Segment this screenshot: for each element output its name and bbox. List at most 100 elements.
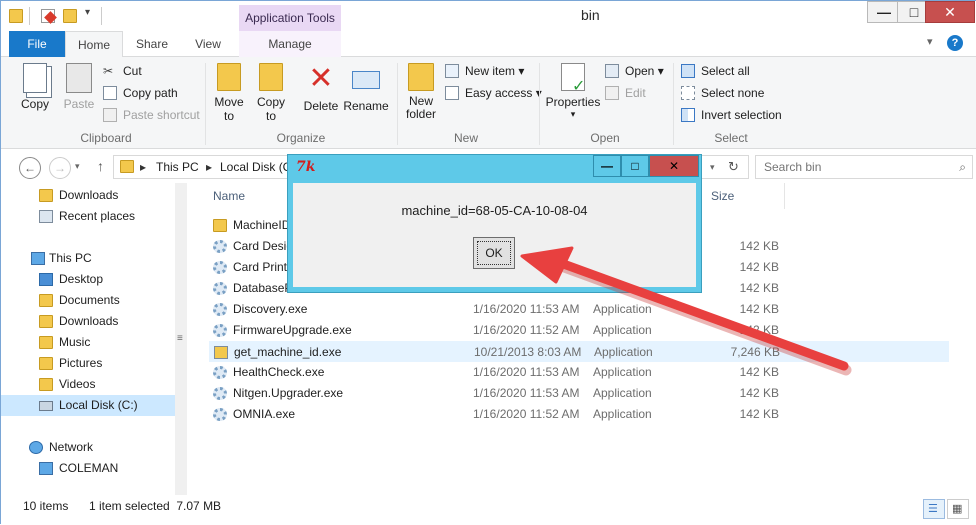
- properties-button[interactable]: ✓ Properties ▾: [543, 63, 603, 120]
- crumb-this-pc[interactable]: This PC: [156, 156, 199, 178]
- file-date: 1/16/2020 11:52 AM: [473, 323, 580, 337]
- file-size: 142 KB: [739, 239, 779, 253]
- recent-locations-icon[interactable]: ▾: [75, 161, 80, 172]
- tab-home[interactable]: Home: [65, 31, 123, 58]
- file-name: OMNIA.exe: [233, 407, 296, 421]
- open-button[interactable]: Open ▾: [605, 61, 664, 81]
- nav-item-network[interactable]: Network: [1, 437, 175, 458]
- customize-toolbar-icon[interactable]: ▾: [85, 7, 90, 18]
- easy-access-button[interactable]: Easy access ▾: [445, 83, 542, 103]
- edit-button[interactable]: Edit: [605, 83, 646, 103]
- copy-to-folder-icon: [259, 63, 283, 91]
- tab-share[interactable]: Share: [125, 31, 179, 57]
- address-dropdown-icon[interactable]: ▾: [710, 156, 715, 178]
- refresh-icon[interactable]: ↻: [728, 156, 739, 178]
- nav-item-local-disk[interactable]: Local Disk (C:): [1, 395, 175, 416]
- select-none-button[interactable]: Select none: [681, 83, 764, 103]
- dialog-close-button[interactable]: ✕: [649, 155, 699, 177]
- paste-button[interactable]: Paste: [59, 63, 99, 111]
- invert-selection-button[interactable]: Invert selection: [681, 105, 782, 125]
- computer-icon: [31, 252, 45, 265]
- copy-label: Copy: [20, 97, 49, 111]
- music-folder-icon: [39, 336, 53, 349]
- nav-item-label: Desktop: [59, 272, 104, 286]
- scroll-grip-icon[interactable]: ≡: [177, 333, 183, 344]
- properties-quick-icon[interactable]: [41, 9, 57, 24]
- nav-item-label: Network: [49, 440, 94, 454]
- collapse-ribbon-icon[interactable]: ▾: [927, 35, 933, 48]
- organize-group-label: Organize: [276, 131, 326, 145]
- nav-item-pictures[interactable]: Pictures: [1, 353, 175, 374]
- desktop-folder-icon: [39, 273, 53, 286]
- nav-item-label: Downloads: [59, 188, 119, 202]
- nav-pane-scrollbar[interactable]: ≡: [175, 183, 187, 495]
- copy-path-button[interactable]: Copy path: [103, 83, 178, 103]
- paste-shortcut-button[interactable]: Paste shortcut: [103, 105, 200, 125]
- nav-item-videos[interactable]: Videos: [1, 374, 175, 395]
- dialog-minimize-button[interactable]: —: [593, 155, 621, 177]
- copy-button[interactable]: Copy: [15, 63, 55, 111]
- dialog-maximize-button[interactable]: □: [621, 155, 649, 177]
- ok-button[interactable]: OK: [473, 237, 515, 269]
- group-separator: [205, 63, 206, 145]
- crumb-local-disk[interactable]: Local Disk (C: [220, 156, 291, 178]
- large-icons-view-button[interactable]: ▦: [947, 499, 969, 519]
- file-date: 1/16/2020 11:53 AM: [473, 302, 580, 316]
- file-row[interactable]: FirmwareUpgrade.exe 1/16/2020 11:52 AM A…: [209, 320, 949, 341]
- tab-manage[interactable]: Manage: [239, 31, 341, 57]
- invert-selection-icon: [681, 108, 695, 122]
- search-icon[interactable]: ⌕: [959, 156, 966, 178]
- recent-places-icon: [39, 210, 53, 223]
- file-type: Application: [593, 407, 652, 421]
- nav-item-recent-places[interactable]: Recent places: [1, 206, 175, 227]
- help-icon[interactable]: ?: [947, 35, 963, 51]
- file-row[interactable]: OMNIA.exe 1/16/2020 11:52 AM Application…: [209, 404, 949, 425]
- search-input[interactable]: [764, 160, 944, 174]
- nav-item-coleman[interactable]: COLEMAN: [1, 458, 175, 479]
- paste-shortcut-icon: [103, 108, 117, 122]
- nav-item-desktop[interactable]: Desktop: [1, 269, 175, 290]
- details-view-button[interactable]: ☰: [923, 499, 945, 519]
- nav-item-this-pc[interactable]: This PC: [1, 248, 175, 269]
- application-tools-tab[interactable]: Application Tools: [239, 5, 341, 31]
- divider: [101, 7, 102, 25]
- file-row[interactable]: HealthCheck.exe 1/16/2020 11:53 AM Appli…: [209, 362, 949, 383]
- back-button[interactable]: ←: [19, 157, 41, 179]
- delete-button[interactable]: ✕ Delete: [301, 63, 341, 114]
- tab-view[interactable]: View: [181, 31, 235, 57]
- column-header-size[interactable]: Size: [705, 183, 785, 209]
- paste-shortcut-label: Paste shortcut: [123, 108, 200, 122]
- file-type: Application: [593, 302, 652, 316]
- copy-to-label: Copy to: [256, 95, 285, 123]
- open-label: Open: [625, 64, 655, 78]
- file-row[interactable]: Nitgen.Upgrader.exe 1/16/2020 11:53 AM A…: [209, 383, 949, 404]
- copy-to-button[interactable]: Copy to: [253, 63, 289, 123]
- cut-button[interactable]: ✂ Cut: [103, 61, 142, 81]
- nav-item-downloads[interactable]: Downloads: [1, 311, 175, 332]
- application-icon: [213, 408, 227, 421]
- nav-item-downloads-quick[interactable]: Downloads: [1, 185, 175, 206]
- search-box[interactable]: ⌕: [755, 155, 973, 179]
- navigation-pane: Downloads Recent places This PC Desktop …: [1, 183, 187, 495]
- nav-item-documents[interactable]: Documents: [1, 290, 175, 311]
- new-folder-quick-icon[interactable]: [63, 9, 77, 23]
- new-folder-button[interactable]: New folder: [401, 63, 441, 121]
- crumb-separator-icon[interactable]: ▸: [206, 156, 212, 178]
- move-to-button[interactable]: Move to: [211, 63, 247, 123]
- up-arrow-icon[interactable]: ↑: [97, 158, 104, 174]
- crumb-separator-icon[interactable]: ▸: [140, 156, 146, 178]
- nav-item-music[interactable]: Music: [1, 332, 175, 353]
- downloads-folder-icon: [39, 315, 53, 328]
- new-item-button[interactable]: New item ▾: [445, 61, 524, 81]
- rename-button[interactable]: Rename: [343, 63, 389, 113]
- videos-folder-icon: [39, 378, 53, 391]
- file-date: 10/21/2013 8:03 AM: [474, 345, 582, 359]
- folder-icon[interactable]: [9, 9, 23, 23]
- file-row-selected[interactable]: get_machine_id.exe 10/21/2013 8:03 AM Ap…: [209, 341, 949, 362]
- select-all-button[interactable]: Select all: [681, 61, 750, 81]
- forward-button[interactable]: →: [49, 157, 71, 179]
- close-button[interactable]: ✕: [925, 1, 975, 23]
- minimize-button[interactable]: —: [867, 1, 901, 23]
- file-row[interactable]: Discovery.exe 1/16/2020 11:53 AM Applica…: [209, 299, 949, 320]
- tab-file[interactable]: File: [9, 31, 65, 57]
